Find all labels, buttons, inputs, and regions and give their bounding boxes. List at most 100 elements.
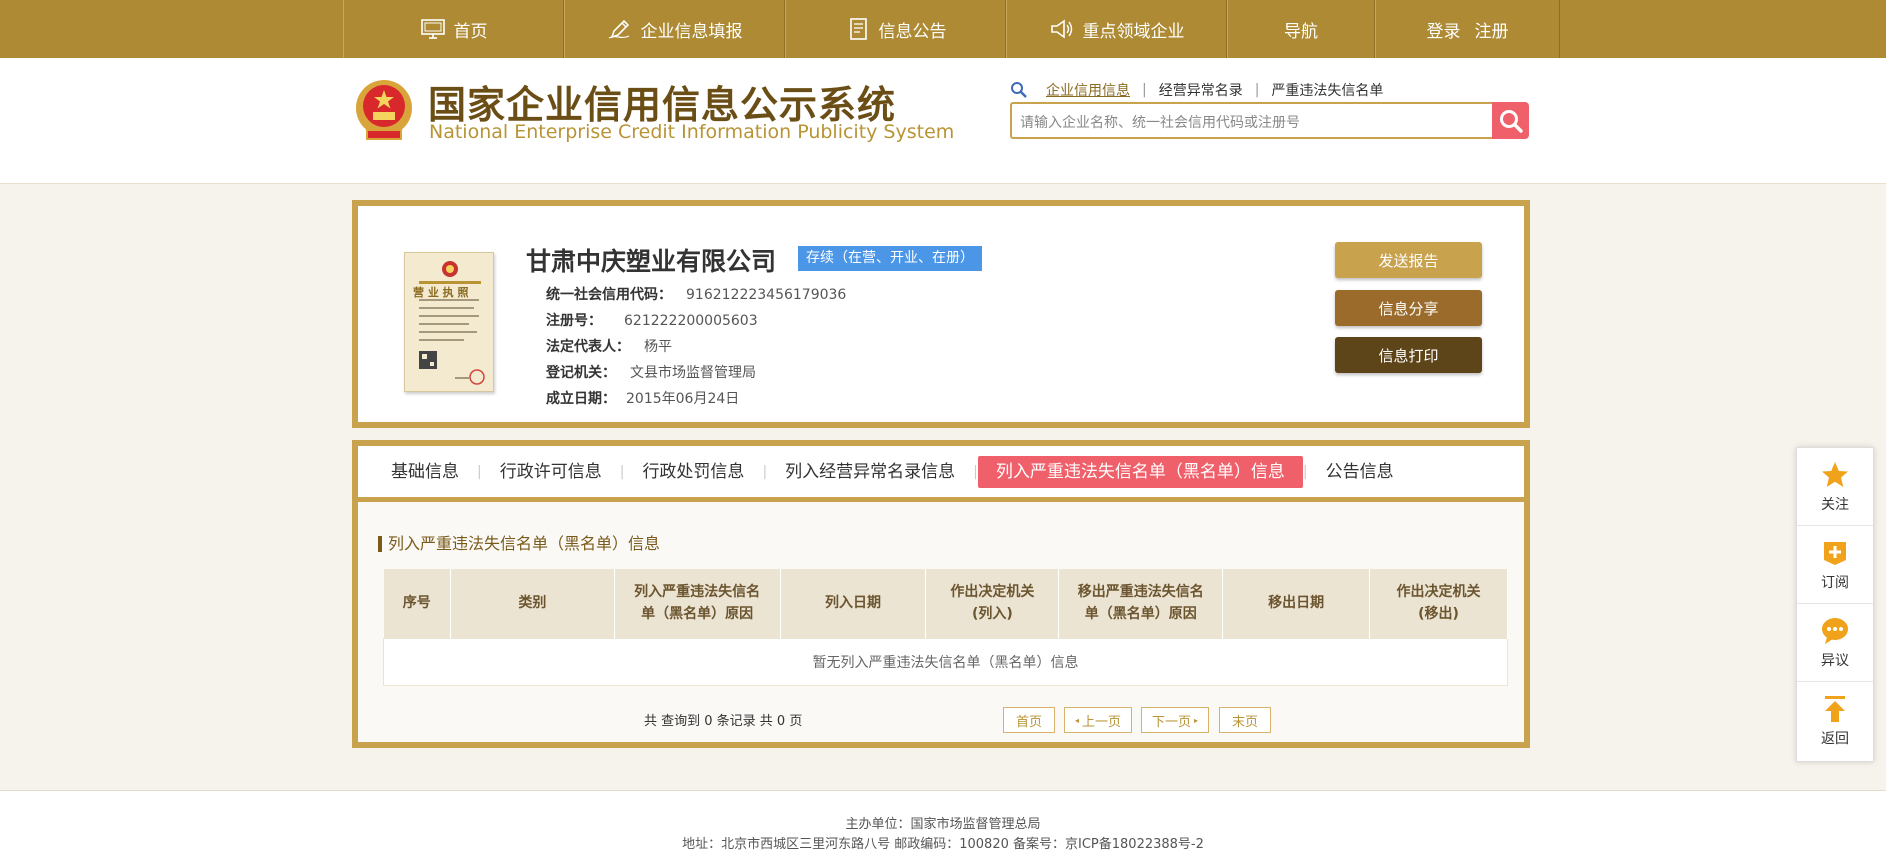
search-icon <box>1011 82 1027 98</box>
monitor-icon <box>420 19 445 39</box>
table-row: 暂无列入严重违法失信名单（黑名单）信息 <box>383 637 1508 686</box>
pager-prev-button[interactable]: ◂ 上一页 <box>1064 707 1132 733</box>
table-header-row: 序号 类别 列入严重违法失信名单（黑名单）原因 列入日期 作出决定机关(列入) … <box>383 569 1508 638</box>
tab-announcement[interactable]: 公告信息 <box>1308 456 1412 488</box>
field-label: 登记机关： <box>546 365 616 381</box>
chevron-left-icon: ◂ <box>1074 715 1079 725</box>
chat-bubble-icon <box>1822 617 1848 644</box>
nav-label: 信息公告 <box>878 21 947 42</box>
objection-label: 异议 <box>1821 652 1849 669</box>
info-tabs-panel: 基础信息 | 行政许可信息 | 行政处罚信息 | 列入经营异常名录信息 | 列入… <box>352 440 1530 748</box>
info-established-date: 成立日期： 2015年06月24日 <box>546 388 739 408</box>
back-to-top-button[interactable]: 返回 <box>1797 682 1873 760</box>
pager-summary: 共 查询到 0 条记录 共 0 页 <box>644 714 803 729</box>
nav-enterprise-report[interactable]: 企业信息填报 <box>564 0 785 58</box>
search-tab-abnormal[interactable]: 经营异常名录 <box>1153 80 1249 100</box>
search-button[interactable] <box>1492 102 1529 139</box>
search-tab-credit[interactable]: 企业信用信息 <box>1040 80 1136 100</box>
nav-label: 导航 <box>1284 21 1318 42</box>
col-index: 序号 <box>383 569 451 638</box>
speaker-icon <box>1050 19 1072 39</box>
blacklist-table: 序号 类别 列入严重违法失信名单（黑名单）原因 列入日期 作出决定机关(列入) … <box>383 569 1508 686</box>
field-label: 法定代表人： <box>546 339 630 355</box>
col-category: 类别 <box>450 569 615 638</box>
col-list-authority: 作出决定机关(列入) <box>925 569 1060 638</box>
top-navbar: 首页 企业信息填报 信息公告 重点领域企业 导航 登录 注册 <box>0 0 1886 58</box>
status-badge: 存续（在营、开业、在册） <box>798 246 982 271</box>
login-link[interactable]: 登录 <box>1427 17 1461 42</box>
nav-auth: 登录 注册 <box>1375 0 1560 58</box>
star-icon <box>1822 461 1848 487</box>
chevron-right-icon: ▸ <box>1194 715 1199 725</box>
document-icon <box>849 18 867 40</box>
floating-sidebar: 关注 订阅 异议 返回 <box>1796 447 1874 762</box>
pager-next-button[interactable]: 下一页 ▸ <box>1141 707 1209 733</box>
site-footer: 主办单位：国家市场监督管理总局 地址：北京市西城区三里河东路八号 邮政编码：10… <box>0 790 1886 854</box>
company-name: 甘肃中庆塑业有限公司 <box>526 247 777 276</box>
site-title-en: National Enterprise Credit Information P… <box>429 121 955 143</box>
search-tab-blacklist[interactable]: 严重违法失信名单 <box>1265 80 1389 100</box>
follow-label: 关注 <box>1821 496 1849 513</box>
col-remove-reason: 移出严重违法失信名单（黑名单）原因 <box>1058 569 1224 638</box>
nav-home[interactable]: 首页 <box>343 0 564 58</box>
register-link[interactable]: 注册 <box>1475 17 1509 42</box>
business-license-image[interactable] <box>404 252 494 392</box>
objection-button[interactable]: 异议 <box>1797 604 1873 682</box>
info-credit-code: 统一社会信用代码： 916212223456179036 <box>546 284 846 304</box>
col-remove-authority: 作出决定机关(移出) <box>1369 569 1508 638</box>
subscribe-button[interactable]: 订阅 <box>1797 526 1873 604</box>
info-reg-authority: 登记机关： 文县市场监督管理局 <box>546 362 756 382</box>
separator: | <box>1142 82 1147 98</box>
print-button[interactable]: 信息打印 <box>1335 337 1482 373</box>
tab-admin-license[interactable]: 行政许可信息 <box>482 456 620 488</box>
field-label: 统一社会信用代码： <box>546 287 672 303</box>
nav-label: 首页 <box>453 21 488 42</box>
tab-blacklist[interactable]: 列入严重违法失信名单（黑名单）信息 <box>977 455 1303 488</box>
license-icon <box>419 261 485 385</box>
footer-sponsor: 主办单位：国家市场监督管理总局 <box>845 817 1041 832</box>
pen-icon <box>608 19 629 39</box>
tab-basic-info[interactable]: 基础信息 <box>373 456 477 488</box>
pager-last-button[interactable]: 末页 <box>1219 707 1271 733</box>
nav-guide[interactable]: 导航 <box>1227 0 1375 58</box>
field-value: 杨平 <box>644 339 672 355</box>
info-legal-rep: 法定代表人： 杨平 <box>546 336 672 356</box>
share-button[interactable]: 信息分享 <box>1335 290 1482 326</box>
nav-label: 重点领域企业 <box>1082 21 1185 42</box>
plus-box-icon <box>1824 541 1846 565</box>
separator: | <box>1254 82 1260 98</box>
nav-label: 企业信息填报 <box>640 21 743 42</box>
field-value: 621222200005603 <box>624 313 758 329</box>
pager-next-label: 下一页 <box>1151 714 1191 730</box>
empty-message: 暂无列入严重违法失信名单（黑名单）信息 <box>383 637 1508 686</box>
footer-address: 地址：北京市西城区三里河东路八号 邮政编码：100820 备案号：京ICP备18… <box>682 837 1204 852</box>
subscribe-label: 订阅 <box>1821 574 1849 591</box>
info-reg-number: 注册号： 621222200005603 <box>546 310 758 330</box>
field-value: 文县市场监督管理局 <box>630 365 756 381</box>
section-title: 列入严重违法失信名单（黑名单）信息 <box>378 536 660 552</box>
tab-abnormal-list[interactable]: 列入经营异常名录信息 <box>767 456 973 488</box>
follow-button[interactable]: 关注 <box>1797 448 1873 526</box>
tab-admin-penalty[interactable]: 行政处罚信息 <box>624 456 762 488</box>
back-label: 返回 <box>1821 731 1849 747</box>
info-tabbar: 基础信息 | 行政许可信息 | 行政处罚信息 | 列入经营异常名录信息 | 列入… <box>358 446 1524 502</box>
arrow-up-icon <box>1825 696 1845 722</box>
field-label: 成立日期： <box>546 391 616 407</box>
search-input[interactable]: 请输入企业名称、统一社会信用代码或注册号 <box>1010 102 1492 139</box>
nav-announcement[interactable]: 信息公告 <box>785 0 1006 58</box>
site-header: 国家企业信用信息公示系统 National Enterprise Credit … <box>0 58 1886 184</box>
license-title: 营 业 执 照 <box>413 286 469 299</box>
field-label: 注册号： <box>546 313 602 329</box>
company-card: 营 业 执 照 甘肃中庆塑业有限公司 存续（在营、开业、在册） 统一社会信用代码… <box>352 200 1530 428</box>
pager-first-button[interactable]: 首页 <box>1003 707 1055 733</box>
field-value: 916212223456179036 <box>686 287 847 303</box>
field-value: 2015年06月24日 <box>626 391 740 407</box>
search-icon <box>1499 109 1523 133</box>
send-report-button[interactable]: 发送报告 <box>1335 242 1482 278</box>
col-list-reason: 列入严重违法失信名单（黑名单）原因 <box>614 569 781 638</box>
search-type-tabs: 企业信用信息 | 经营异常名录 | 严重违法失信名单 <box>1010 80 1389 100</box>
nav-key-industry[interactable]: 重点领域企业 <box>1006 0 1227 58</box>
pager-prev-label: 上一页 <box>1082 714 1122 730</box>
col-remove-date: 移出日期 <box>1222 569 1370 638</box>
col-list-date: 列入日期 <box>780 569 927 638</box>
